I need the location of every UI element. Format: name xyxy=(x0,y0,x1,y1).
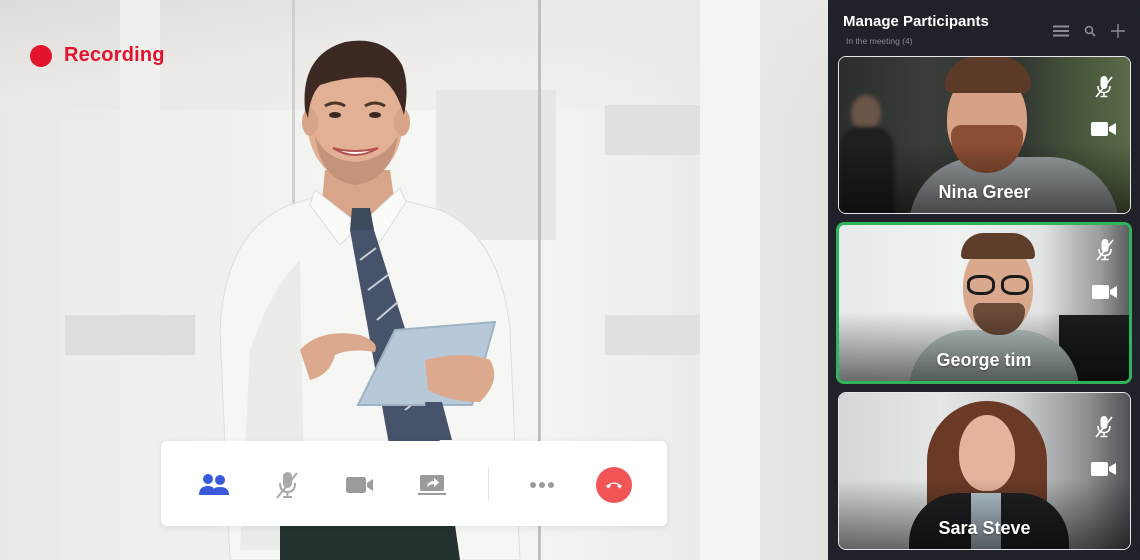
share-screen-button[interactable] xyxy=(412,465,452,505)
recording-dot-icon xyxy=(30,44,52,67)
recording-label: Recording xyxy=(64,44,165,66)
participant-card[interactable]: Sara Steve xyxy=(838,392,1131,550)
list-view-button[interactable] xyxy=(1050,20,1072,42)
participant-hair xyxy=(961,233,1035,259)
recording-indicator: Recording xyxy=(30,44,165,67)
video-call-app: Recording Manage Participants In the mee… xyxy=(0,0,1140,560)
list-icon xyxy=(1053,25,1069,37)
microphone-muted-icon xyxy=(1095,416,1113,438)
more-dots-icon xyxy=(530,482,554,488)
participants-button[interactable] xyxy=(194,465,234,505)
camera-button[interactable] xyxy=(340,465,380,505)
participant-camera-toggle[interactable] xyxy=(1090,115,1118,143)
participant-camera-toggle[interactable] xyxy=(1090,455,1118,483)
panel-title: Manage Participants xyxy=(843,13,989,30)
main-video-feed: Recording xyxy=(0,0,828,560)
background-window xyxy=(605,315,700,355)
participant-count: In the meeting (4) xyxy=(846,36,913,46)
participant-hair xyxy=(945,57,1031,93)
add-participant-button[interactable] xyxy=(1107,20,1129,42)
video-camera-icon xyxy=(1091,462,1116,476)
participant-name: Sara Steve xyxy=(938,518,1031,538)
participant-mic-toggle[interactable] xyxy=(1090,413,1118,441)
end-call-circle xyxy=(596,467,632,503)
participant-camera-toggle[interactable] xyxy=(1091,278,1119,306)
background-window xyxy=(605,105,700,155)
search-button[interactable] xyxy=(1079,20,1101,42)
participant-card[interactable]: Nina Greer xyxy=(838,56,1131,214)
plus-icon xyxy=(1111,24,1125,38)
microphone-muted-icon xyxy=(1095,76,1113,98)
participant-card-active[interactable]: George tim xyxy=(836,222,1132,384)
background-person xyxy=(851,95,881,131)
participant-mic-toggle[interactable] xyxy=(1090,73,1118,101)
participant-name: Nina Greer xyxy=(938,182,1031,202)
microphone-button[interactable] xyxy=(267,465,307,505)
toolbar-divider xyxy=(488,467,489,501)
video-camera-icon xyxy=(346,477,373,493)
background-pillar xyxy=(700,0,760,560)
participant-mic-toggle[interactable] xyxy=(1091,236,1119,264)
share-screen-icon xyxy=(418,475,446,495)
microphone-muted-icon xyxy=(1096,239,1114,261)
background-pillar xyxy=(120,0,160,560)
participants-icon xyxy=(199,474,229,495)
participant-glasses xyxy=(1001,275,1029,295)
more-options-button[interactable] xyxy=(522,465,562,505)
microphone-muted-icon xyxy=(276,472,298,499)
background-window xyxy=(65,315,195,355)
participant-name: George tim xyxy=(936,350,1032,370)
end-call-icon xyxy=(606,482,622,489)
video-camera-icon xyxy=(1091,122,1116,136)
participants-panel: Manage Participants In the meeting (4) N… xyxy=(828,0,1140,560)
call-controls-toolbar xyxy=(161,441,667,526)
participant-glasses xyxy=(967,275,995,295)
search-icon xyxy=(1084,25,1096,37)
end-call-button[interactable] xyxy=(594,465,634,505)
video-camera-icon xyxy=(1092,285,1117,299)
